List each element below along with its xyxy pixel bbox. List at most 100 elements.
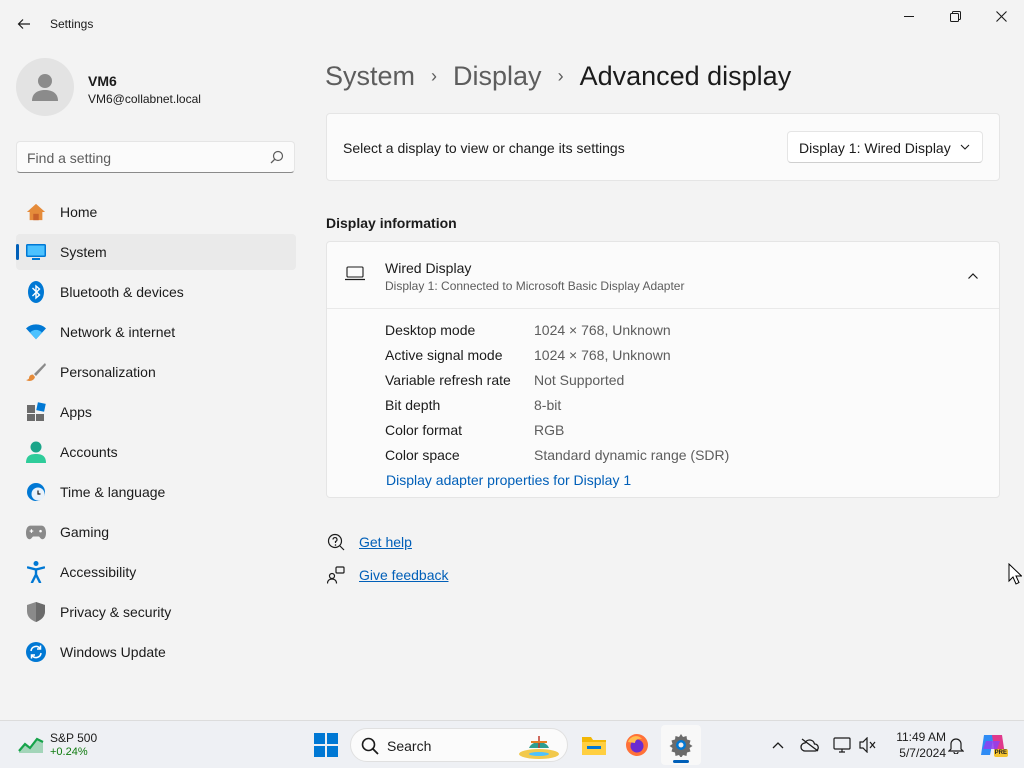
search-input[interactable]: [27, 148, 267, 168]
property-key: Desktop mode: [385, 322, 476, 338]
settings-window: Settings VM6 VM6@collabnet.local Home: [0, 0, 1024, 720]
give-feedback-row[interactable]: Give feedback: [326, 563, 449, 587]
sidebar-item-time-language[interactable]: Time & language: [16, 474, 296, 510]
property-key: Bit depth: [385, 397, 441, 413]
sidebar-item-network[interactable]: Network & internet: [16, 314, 296, 350]
clock[interactable]: 11:49 AM 5/7/2024: [884, 729, 946, 761]
sidebar-item-accounts[interactable]: Accounts: [16, 434, 296, 470]
sidebar-item-system[interactable]: System: [16, 234, 296, 270]
sidebar-item-windows-update[interactable]: Windows Update: [16, 634, 296, 670]
bell-icon: [948, 738, 964, 754]
chevron-up-icon: [968, 273, 978, 279]
display-info-header[interactable]: Wired Display Display 1: Connected to Mi…: [327, 242, 999, 309]
find-setting-search[interactable]: [16, 141, 295, 173]
restore-button[interactable]: [932, 0, 978, 32]
sidebar-item-label: System: [60, 244, 107, 260]
property-row: Active signal mode 1024 × 768, Unknown: [385, 345, 985, 370]
stock-change: +0.24%: [50, 746, 88, 758]
minimize-button[interactable]: [886, 0, 932, 32]
network-tray-button[interactable]: [830, 733, 854, 757]
stock-name: S&P 500: [50, 731, 98, 745]
property-key: Variable refresh rate: [385, 372, 511, 388]
feedback-icon: [326, 565, 346, 585]
settings-taskbar-button[interactable]: [661, 725, 701, 765]
display-properties: Desktop mode 1024 × 768, Unknown Active …: [385, 320, 985, 470]
sidebar-item-accessibility[interactable]: Accessibility: [16, 554, 296, 590]
give-feedback-link[interactable]: Give feedback: [359, 567, 449, 583]
user-name: VM6: [88, 73, 117, 89]
display-dropdown[interactable]: Display 1: Wired Display: [787, 131, 983, 163]
show-hidden-icons-button[interactable]: [766, 733, 790, 757]
search-highlight-icon: [519, 736, 559, 759]
speaker-muted-icon: [859, 737, 876, 753]
stock-widget[interactable]: S&P 500 +0.24%: [18, 729, 128, 761]
start-button[interactable]: [306, 725, 346, 765]
firefox-button[interactable]: [617, 725, 657, 765]
brush-icon: [26, 362, 46, 382]
firefox-icon: [626, 734, 648, 756]
get-help-link[interactable]: Get help: [359, 534, 412, 550]
sidebar-item-home[interactable]: Home: [16, 194, 296, 230]
avatar: [16, 58, 74, 116]
sidebar-item-label: Accounts: [60, 444, 118, 460]
sidebar-item-label: Network & internet: [60, 324, 176, 340]
cloud-offline-icon: [800, 738, 819, 752]
sidebar-item-bluetooth[interactable]: Bluetooth & devices: [16, 274, 296, 310]
back-arrow-icon: [17, 19, 30, 29]
display-name: Wired Display: [385, 260, 472, 276]
person-icon: [32, 74, 58, 101]
taskbar-search-label: Search: [387, 738, 432, 754]
onedrive-tray-button[interactable]: [798, 733, 822, 757]
property-row: Bit depth 8-bit: [385, 395, 985, 420]
wifi-icon: [26, 322, 46, 342]
sidebar-item-label: Bluetooth & devices: [60, 284, 184, 300]
sidebar-item-label: Home: [60, 204, 98, 220]
sidebar-item-label: Accessibility: [60, 564, 137, 580]
accounts-icon: [26, 441, 46, 463]
chevron-up-icon: [772, 742, 784, 749]
volume-tray-button[interactable]: [856, 733, 880, 757]
sidebar-nav: Home System Bluetooth & devices Network …: [16, 194, 296, 674]
search-icon[interactable]: [270, 150, 284, 164]
clock-globe-icon: [26, 482, 46, 502]
user-profile[interactable]: VM6 VM6@collabnet.local: [16, 58, 296, 118]
file-explorer-button[interactable]: [574, 725, 614, 765]
folder-icon: [582, 737, 606, 755]
sidebar-item-personalization[interactable]: Personalization: [16, 354, 296, 390]
breadcrumb-separator: ›: [431, 65, 438, 86]
copilot-button[interactable]: PRE: [978, 733, 1008, 757]
breadcrumb-display[interactable]: Display: [453, 61, 542, 92]
gear-icon: [669, 734, 693, 757]
select-display-card: Select a display to view or change its s…: [326, 113, 1000, 181]
taskbar-search[interactable]: Search: [350, 728, 568, 762]
apps-icon: [26, 402, 46, 422]
property-row: Variable refresh rate Not Supported: [385, 370, 985, 395]
display-adapter-properties-link[interactable]: Display adapter properties for Display 1: [386, 472, 631, 488]
clock-time: 11:49 AM: [896, 730, 946, 744]
back-button[interactable]: [10, 10, 38, 38]
property-key: Color format: [385, 422, 463, 438]
sidebar-item-label: Time & language: [60, 484, 166, 500]
mouse-cursor-icon: [1008, 563, 1022, 585]
sidebar-item-privacy-security[interactable]: Privacy & security: [16, 594, 296, 630]
system-icon: [26, 242, 46, 262]
property-value: Standard dynamic range (SDR): [534, 447, 730, 463]
sidebar-item-apps[interactable]: Apps: [16, 394, 296, 430]
sidebar-item-gaming[interactable]: Gaming: [16, 514, 296, 550]
help-chat-icon: [326, 532, 346, 552]
get-help-row[interactable]: Get help: [326, 530, 412, 554]
shield-icon: [26, 602, 46, 622]
sidebar-item-label: Apps: [60, 404, 92, 420]
collapse-button[interactable]: [963, 266, 983, 286]
breadcrumb-system[interactable]: System: [325, 61, 415, 92]
close-button[interactable]: [978, 0, 1024, 32]
property-key: Color space: [385, 447, 460, 463]
update-icon: [26, 642, 46, 662]
app-title: Settings: [50, 17, 94, 31]
notifications-button[interactable]: [944, 733, 968, 757]
property-row: Color format RGB: [385, 420, 985, 445]
laptop-icon: [345, 266, 365, 281]
breadcrumb: System › Display › Advanced display: [325, 58, 791, 94]
accessibility-icon: [26, 561, 46, 583]
minimize-icon: [904, 16, 914, 17]
